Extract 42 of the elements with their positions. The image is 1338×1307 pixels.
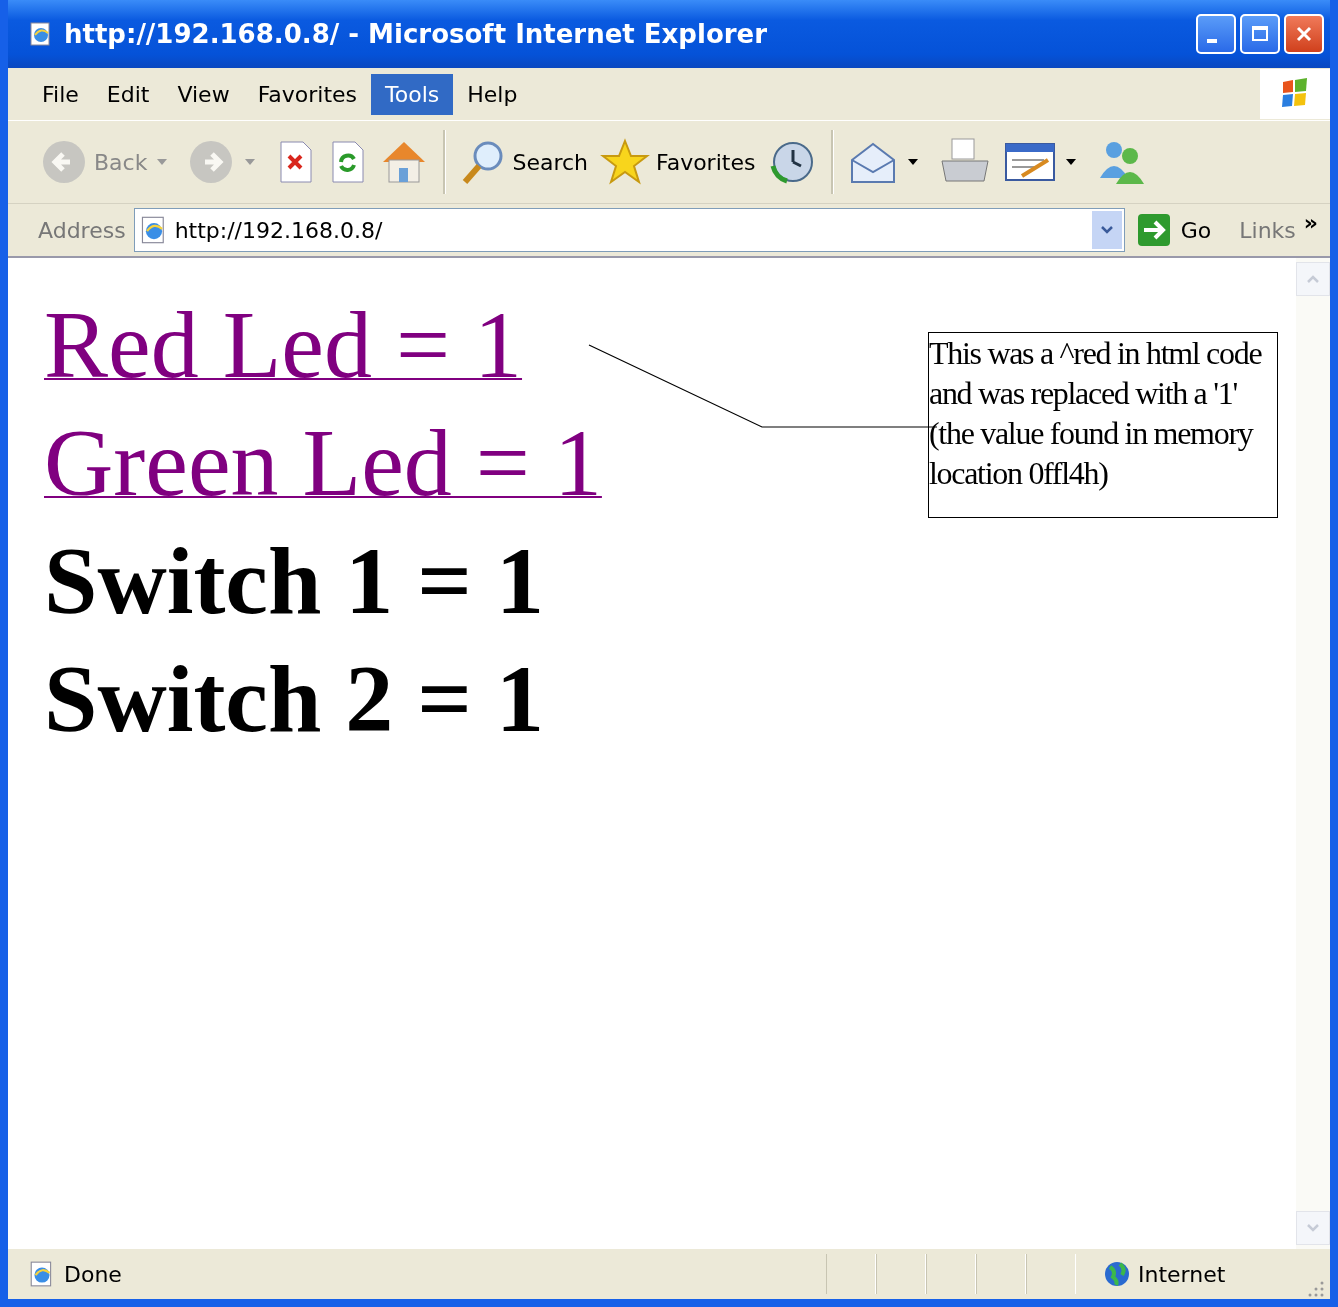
chevron-down-icon [1099,225,1114,235]
chevron-up-icon [1306,274,1320,284]
link[interactable]: Red Led = 1 [44,286,523,404]
menu-item[interactable]: Edit [92,73,164,115]
link[interactable]: Green Led = 1 [44,404,602,522]
resize-grip-icon[interactable] [1306,1279,1326,1299]
menu-item[interactable]: Favorites [243,73,372,115]
dropdown-button[interactable] [1091,211,1122,249]
menu-item[interactable]: Tools [371,73,454,115]
status-bar-panel [1026,1254,1076,1294]
annotation-text: This was a ^red in html code and was replaced with a '1' (the value found in memory location 0ffl4h) [928,332,1278,518]
toolbar-button[interactable]: Favorites [598,136,758,188]
more-button[interactable]: » [1303,210,1318,235]
document-pencil-icon [1004,140,1057,184]
menu-item[interactable]: View [163,73,244,115]
maximize-button[interactable] [1240,14,1280,54]
zone-text: Internet [1138,1261,1227,1287]
maximize-icon [1250,24,1270,44]
globe-icon [1104,1261,1130,1287]
address-field[interactable]: http://192.168.0.8/ [133,208,1125,252]
window-title: http://192.168.0.8/ - Microsoft Internet Explorer [64,19,768,49]
dropdown-arrow-icon[interactable] [908,158,919,166]
menu-item[interactable]: Help [453,73,532,115]
status-text: Done [64,1261,123,1287]
heading: Switch 1 = 1 [44,526,545,636]
status-bar-panel [976,1254,1026,1294]
status-bar-panel [926,1254,976,1294]
go-button[interactable]: Go [1132,213,1232,247]
close-button[interactable] [1284,14,1324,54]
star-icon [600,138,650,186]
chevron-down-icon [1306,1223,1320,1233]
address-label: Address [38,217,126,243]
dropdown-arrow-icon[interactable] [1066,158,1077,166]
close-icon [1294,24,1314,44]
links-label[interactable]: Links [1239,217,1296,243]
heading: Switch 2 = 1 [44,644,545,754]
status-bar-panel [826,1254,876,1294]
menu-item[interactable]: File [28,73,93,115]
toolbar-button[interactable]: Search [458,136,590,188]
minimize-button[interactable] [1196,14,1236,54]
minimize-icon [1207,39,1217,43]
status-bar-panel [876,1254,926,1294]
